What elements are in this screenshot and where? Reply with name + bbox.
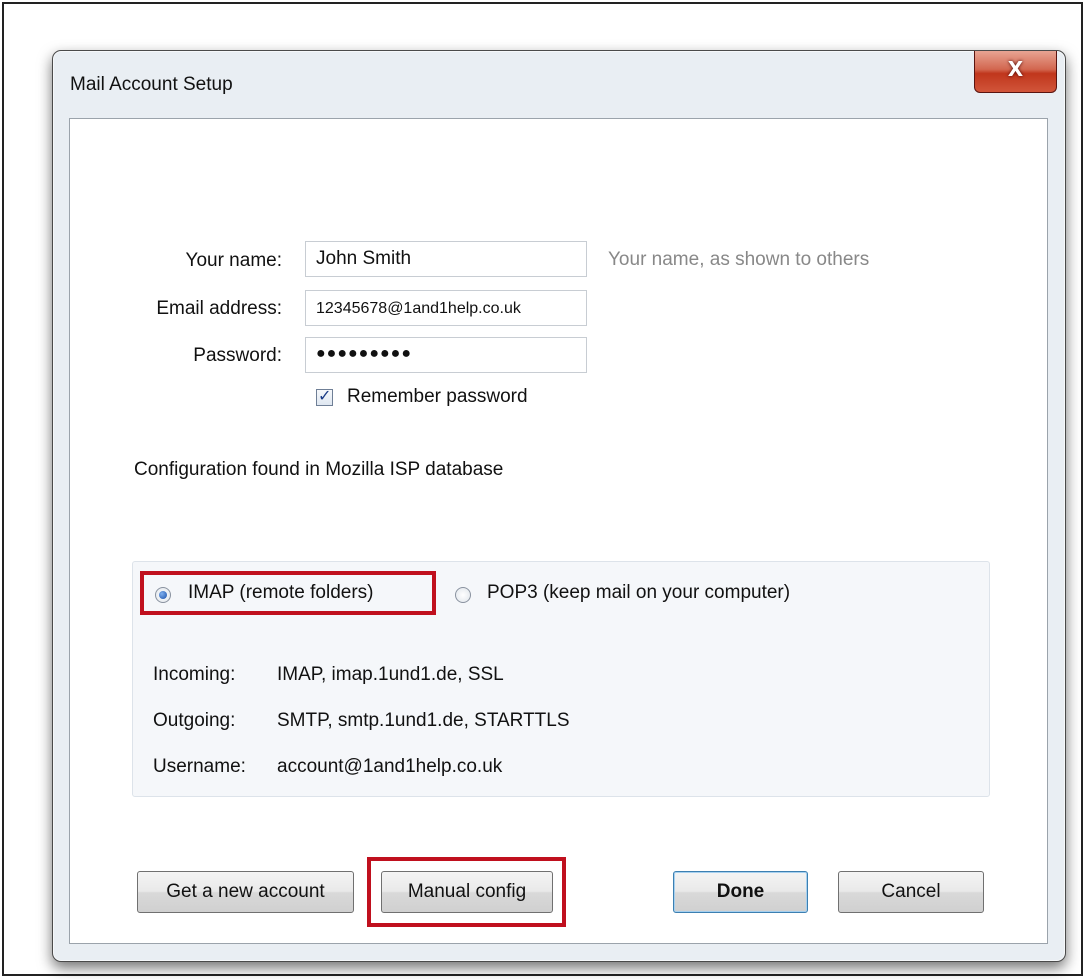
name-label: Your name: — [185, 250, 282, 271]
done-button[interactable]: Done — [673, 871, 808, 913]
screenshot-frame: Mail Account Setup X Your name: John Smi… — [2, 2, 1083, 976]
outgoing-label: Outgoing: — [153, 710, 236, 731]
password-input[interactable]: ●●●●●●●●● — [305, 337, 587, 373]
outgoing-value: SMTP, smtp.1und1.de, STARTTLS — [277, 710, 570, 731]
dialog-body: Your name: John Smith Your name, as show… — [69, 118, 1048, 944]
imap-highlight-box — [140, 571, 436, 615]
pop3-radio[interactable] — [455, 587, 471, 603]
remember-password-label[interactable]: Remember password — [347, 386, 528, 408]
checkmark-icon: ✓ — [318, 386, 332, 405]
incoming-label: Incoming: — [153, 664, 236, 685]
window-title: Mail Account Setup — [70, 74, 233, 95]
email-label: Email address: — [156, 298, 282, 319]
email-input[interactable]: 12345678@1and1help.co.uk — [305, 290, 587, 326]
password-label: Password: — [193, 345, 282, 366]
close-icon: X — [1007, 57, 1024, 81]
name-input[interactable]: John Smith — [305, 241, 587, 277]
manual-config-highlight-box — [367, 857, 566, 927]
remember-password-checkbox[interactable]: ✓ — [316, 386, 333, 406]
username-label: Username: — [153, 756, 246, 777]
get-new-account-button[interactable]: Get a new account — [137, 871, 354, 913]
incoming-value: IMAP, imap.1und1.de, SSL — [277, 664, 504, 685]
name-hint: Your name, as shown to others — [608, 249, 870, 270]
cancel-button[interactable]: Cancel — [838, 871, 984, 913]
mail-account-setup-dialog: Mail Account Setup X Your name: John Smi… — [52, 50, 1066, 962]
close-button[interactable]: X — [974, 51, 1057, 93]
config-status-text: Configuration found in Mozilla ISP datab… — [134, 459, 504, 480]
username-value: account@1and1help.co.uk — [277, 756, 503, 777]
pop3-label[interactable]: POP3 (keep mail on your computer) — [487, 582, 790, 604]
